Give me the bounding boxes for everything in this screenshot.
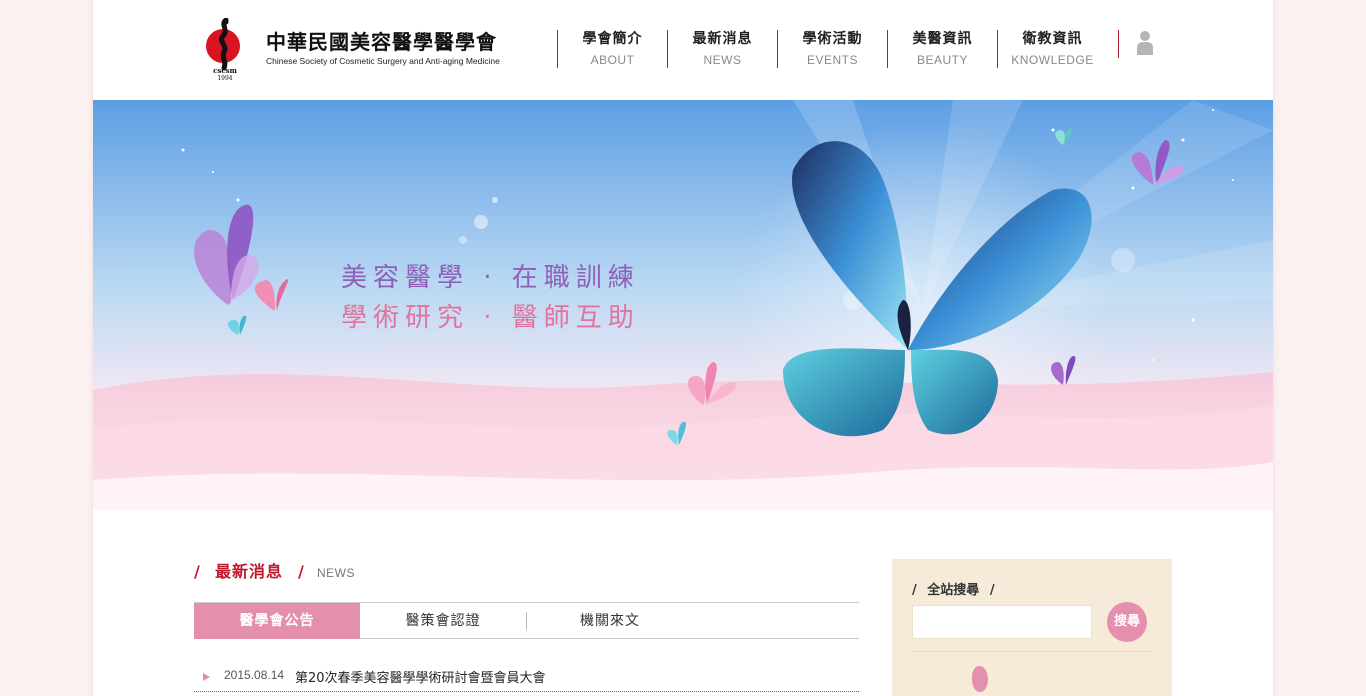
nav-item-about[interactable]: 學會簡介 ABOUT xyxy=(557,30,667,68)
news-title: 最新消息 xyxy=(214,562,283,581)
nav-label-cn: 學術活動 xyxy=(802,31,863,47)
slogan-line-1: 美容醫學 ‧ 在職訓練 xyxy=(341,263,640,293)
heading-slash: / xyxy=(194,562,200,581)
nav-label-en: ABOUT xyxy=(590,53,635,67)
user-icon[interactable] xyxy=(1136,30,1154,56)
tab-accreditation[interactable]: 醫策會認證 xyxy=(360,603,526,639)
search-title: 全站搜尋 xyxy=(927,583,980,598)
heading-slash: / xyxy=(912,583,917,598)
nav-label-cn: 美醫資訊 xyxy=(912,31,973,47)
search-button[interactable]: 搜尋 xyxy=(1107,602,1147,642)
bullet-arrow-icon xyxy=(203,673,210,681)
news-list: 2015.08.14 第20次春季美容醫學學術研討會暨會員大會 xyxy=(194,662,859,692)
nav-item-news[interactable]: 最新消息 NEWS xyxy=(667,30,777,68)
tab-official-letters[interactable]: 機關來文 xyxy=(527,603,693,639)
slogan-line-2: 學術研究 ‧ 醫師互助 xyxy=(341,303,640,333)
news-tabs: 醫學會公告 醫策會認證 機關來文 xyxy=(194,602,859,639)
news-date: 2015.08.14 xyxy=(224,668,285,682)
news-section-heading: / 最新消息 / NEWS xyxy=(194,558,355,584)
site-search-panel: / 全站搜尋 / 搜尋 xyxy=(892,559,1172,696)
tab-association-announcements[interactable]: 醫學會公告 xyxy=(194,603,360,639)
logo-abbreviation: cscsm xyxy=(213,66,237,75)
site-header: cscsm 1994 中華民國美容醫學醫學會 Chinese Society o… xyxy=(93,0,1273,100)
nav-item-knowledge[interactable]: 衛教資訊 KNOWLEDGE xyxy=(997,30,1107,68)
site-logo[interactable]: cscsm 1994 中華民國美容醫學醫學會 Chinese Society o… xyxy=(205,18,535,84)
banner-illustration xyxy=(93,100,1273,510)
search-heading: / 全站搜尋 / xyxy=(912,579,995,598)
banner-slogan: 美容醫學 ‧ 在職訓練 學術研究 ‧ 醫師互助 xyxy=(341,258,671,338)
nav-divider xyxy=(1118,30,1119,58)
logo-name-english: Chinese Society of Cosmetic Surgery and … xyxy=(266,56,500,66)
nav-label-en: BEAUTY xyxy=(916,53,968,67)
nav-label-cn: 學會簡介 xyxy=(582,31,643,47)
nav-label-cn: 最新消息 xyxy=(692,31,753,47)
page-container: cscsm 1994 中華民國美容醫學醫學會 Chinese Society o… xyxy=(93,0,1273,696)
search-divider xyxy=(912,651,1152,652)
heading-slash: / xyxy=(989,583,995,598)
nav-item-events[interactable]: 學術活動 EVENTS xyxy=(777,30,887,68)
nav-label-en: EVENTS xyxy=(806,53,858,67)
logo-name-chinese: 中華民國美容醫學醫學會 xyxy=(266,30,497,54)
decorative-petal-icon xyxy=(972,666,988,692)
heading-slash: / xyxy=(298,562,304,581)
nav-label-en: NEWS xyxy=(703,53,742,67)
list-item[interactable]: 2015.08.14 第20次春季美容醫學學術研討會暨會員大會 xyxy=(194,662,859,692)
logo-year: 1994 xyxy=(217,75,233,82)
search-input[interactable] xyxy=(912,605,1092,639)
nav-item-beauty[interactable]: 美醫資訊 BEAUTY xyxy=(887,30,997,68)
news-subtitle: NEWS xyxy=(316,566,355,580)
news-headline: 第20次春季美容醫學學術研討會暨會員大會 xyxy=(295,671,546,686)
nav-label-en: KNOWLEDGE xyxy=(1011,53,1094,67)
hero-banner: 美容醫學 ‧ 在職訓練 學術研究 ‧ 醫師互助 xyxy=(93,100,1273,510)
nav-label-cn: 衛教資訊 xyxy=(1022,31,1083,47)
